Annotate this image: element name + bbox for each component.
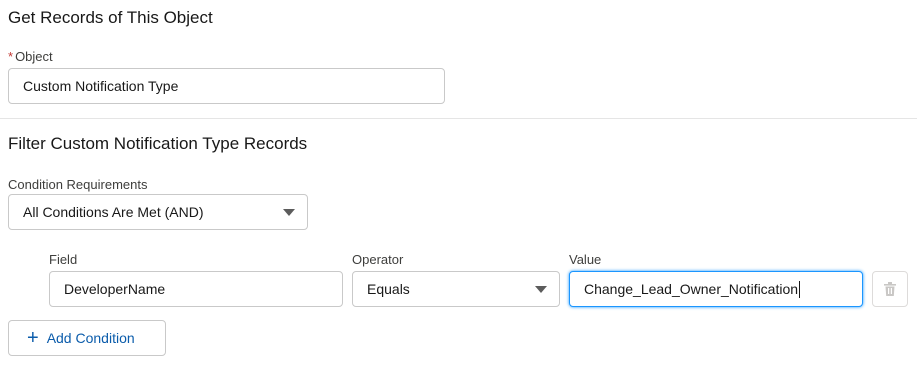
- chevron-down-icon: [535, 286, 547, 293]
- object-input-value: Custom Notification Type: [23, 78, 179, 94]
- field-input-value: DeveloperName: [64, 281, 166, 297]
- field-input[interactable]: DeveloperName: [49, 271, 343, 307]
- operator-select-value: Equals: [367, 281, 410, 297]
- condition-requirements-select[interactable]: All Conditions Are Met (AND): [8, 194, 308, 230]
- section-divider: [0, 118, 917, 119]
- object-label-row: * Object: [8, 49, 53, 64]
- field-label: Field: [49, 252, 78, 267]
- add-condition-label: Add Condition: [46, 330, 135, 346]
- operator-label: Operator: [352, 252, 404, 267]
- required-marker: *: [8, 49, 14, 64]
- plus-icon: +: [27, 327, 39, 349]
- object-label: Object: [15, 49, 53, 64]
- chevron-down-icon: [283, 209, 295, 216]
- get-records-heading: Get Records of This Object: [8, 8, 213, 27]
- flow-get-records-panel: Get Records of This Object * Object Custo…: [0, 0, 917, 366]
- text-caret: [799, 280, 801, 298]
- object-input[interactable]: Custom Notification Type: [8, 68, 445, 104]
- value-input[interactable]: Change_Lead_Owner_Notification: [569, 271, 863, 307]
- trash-icon: [884, 282, 896, 296]
- operator-select[interactable]: Equals: [352, 271, 560, 307]
- condition-requirements-value: All Conditions Are Met (AND): [23, 204, 204, 220]
- value-input-value: Change_Lead_Owner_Notification: [584, 281, 799, 297]
- delete-condition-button[interactable]: [872, 271, 908, 307]
- condition-requirements-label: Condition Requirements: [8, 177, 148, 192]
- value-label: Value: [569, 252, 602, 267]
- add-condition-button[interactable]: + Add Condition: [8, 320, 166, 356]
- filter-heading: Filter Custom Notification Type Records: [8, 134, 308, 153]
